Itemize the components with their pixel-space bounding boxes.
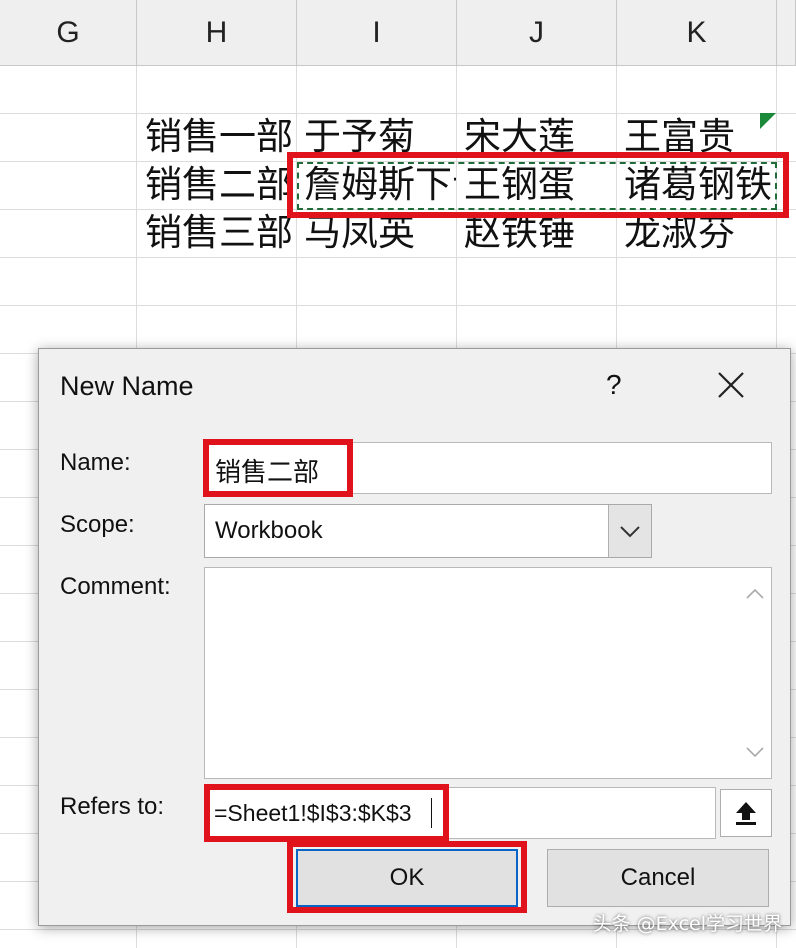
refers-to-label: Refers to: (60, 793, 165, 820)
ok-highlight-box (287, 841, 527, 913)
column-header-h[interactable]: H (137, 0, 297, 66)
collapse-arrow-icon (736, 802, 756, 825)
comment-label: Comment: (60, 573, 171, 600)
chevron-up-icon[interactable] (739, 574, 771, 614)
cell-h2[interactable]: 销售一部 (145, 114, 295, 160)
name-label: Name: (60, 449, 131, 476)
refers-to-highlight-box (204, 784, 449, 842)
scope-select[interactable]: Workbook (204, 504, 652, 558)
cancel-button[interactable]: Cancel (547, 849, 769, 907)
grid-line (0, 305, 796, 306)
column-header-g[interactable]: G (0, 0, 137, 66)
column-header-i[interactable]: I (297, 0, 457, 66)
cell-h4[interactable]: 销售三部 (145, 210, 295, 256)
watermark: 头条 @Excel学习世界 (592, 913, 782, 935)
scope-label: Scope: (60, 511, 135, 538)
chevron-down-icon (620, 526, 640, 538)
grid-line (0, 257, 796, 258)
name-highlight-box (203, 439, 353, 497)
column-header-next[interactable] (777, 0, 796, 66)
help-button[interactable]: ? (606, 369, 622, 401)
dialog-title: New Name (60, 371, 194, 401)
collapse-dialog-button[interactable] (720, 789, 772, 837)
comment-scrollbar[interactable] (739, 568, 771, 778)
scope-dropdown-button[interactable] (608, 505, 651, 557)
range-highlight-box (287, 152, 789, 218)
comment-textarea[interactable] (204, 567, 772, 779)
chevron-down-icon[interactable] (739, 732, 771, 772)
column-header-k[interactable]: K (617, 0, 777, 66)
close-icon[interactable] (715, 369, 747, 401)
column-header-j[interactable]: J (457, 0, 617, 66)
scope-value: Workbook (215, 517, 323, 544)
new-name-dialog: New Name ? Name: 销售二部 Scope: Workbook Co… (38, 348, 791, 926)
cell-h3[interactable]: 销售二部 (145, 162, 295, 208)
